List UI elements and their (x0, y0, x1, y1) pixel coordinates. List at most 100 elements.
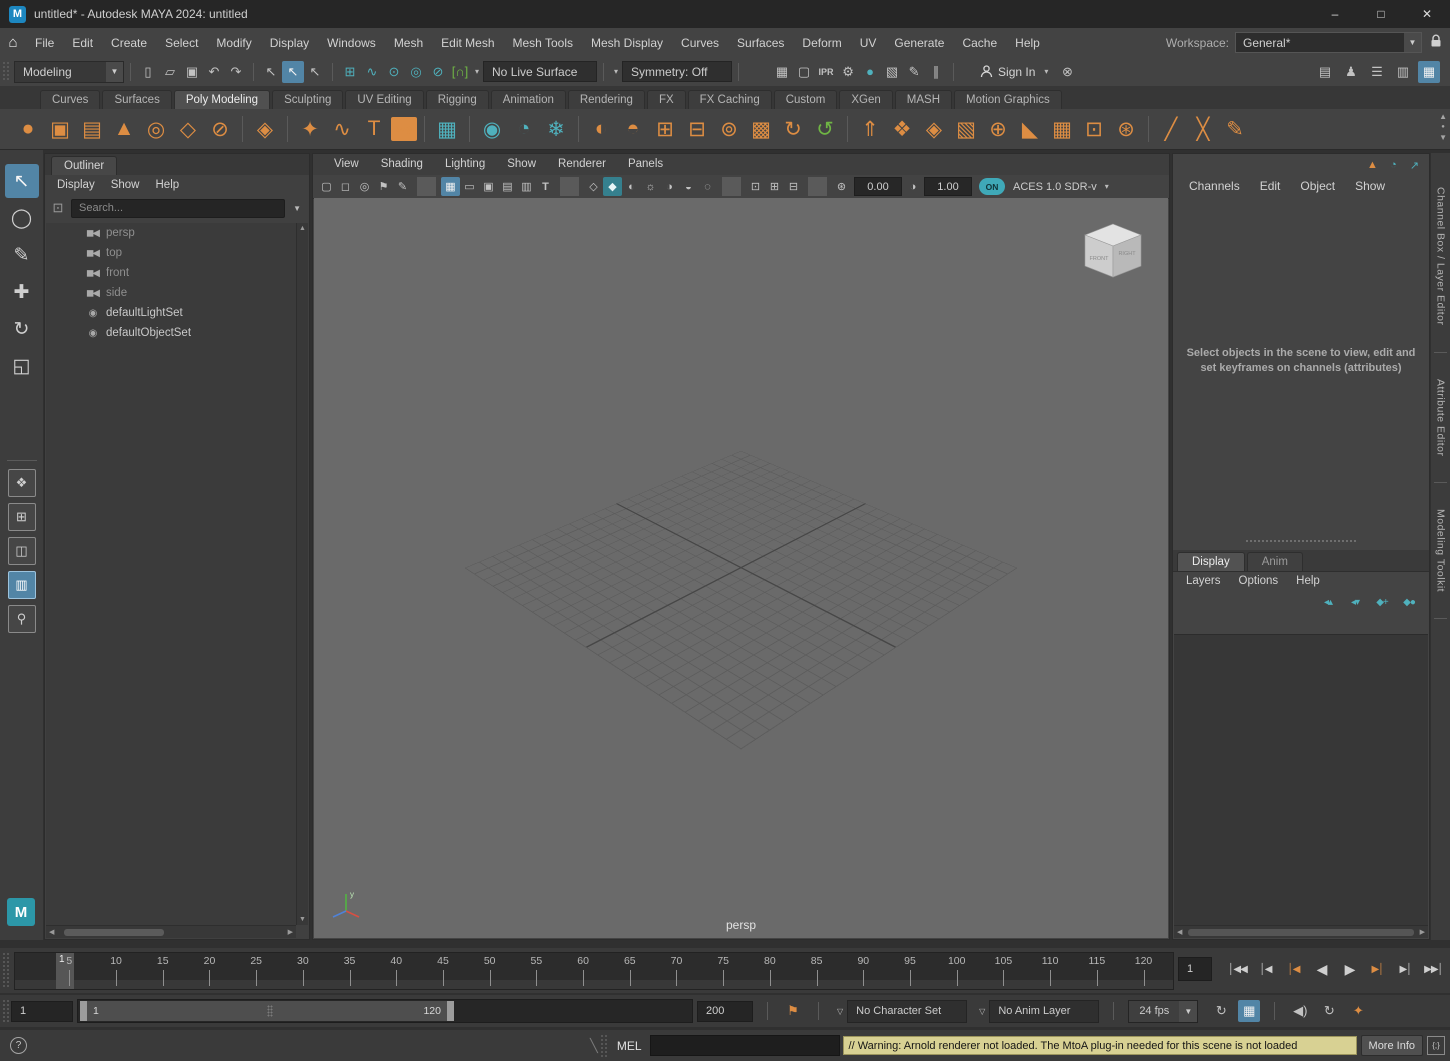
snap-view-plane-icon[interactable]: ⊘ (427, 61, 449, 83)
menu-item[interactable]: Mesh (385, 29, 432, 57)
chevron-down-icon[interactable]: ▾ (471, 67, 483, 76)
outliner-menu-item[interactable]: Show (103, 175, 148, 195)
toolbar-grip[interactable] (2, 61, 9, 82)
menu-set-select[interactable]: Modeling ▼ (14, 61, 124, 83)
ipr-render-icon[interactable]: IPR (815, 61, 837, 83)
shelf-tab[interactable]: FX Caching (688, 90, 772, 109)
render-frame-icon[interactable]: ▢ (793, 61, 815, 83)
resize-grip-icon[interactable]: ╲ (590, 1038, 598, 1054)
script-editor-icon[interactable]: {;} (1427, 1036, 1445, 1055)
shelf-tab[interactable]: Animation (491, 90, 566, 109)
timeline-ruler[interactable]: 1 51015202530354045505560657075808590951… (14, 952, 1174, 990)
sync-playback-icon[interactable]: ↻ (1318, 1000, 1340, 1022)
fill-hole-icon[interactable]: ▩ (746, 114, 776, 144)
shelf-tab[interactable]: Poly Modeling (174, 90, 270, 109)
snap-curve-icon[interactable]: ∿ (361, 61, 383, 83)
sidebar-tab[interactable]: Channel Box / Layer Editor (1435, 187, 1447, 326)
exposure-icon[interactable]: ⊛ (832, 177, 851, 196)
playback-range-track[interactable]: 1 120 (77, 999, 693, 1023)
isolate-add-icon[interactable]: ⊞ (765, 177, 784, 196)
command-line-grip[interactable] (600, 1034, 607, 1057)
scene-hierarchy-icon[interactable]: ▤ (1314, 61, 1336, 83)
spin-edge-cw-icon[interactable]: ↻ (778, 114, 808, 144)
select-tool-icon[interactable]: ↖ (5, 164, 39, 198)
layout-panes-icon[interactable]: ⊞ (8, 503, 36, 531)
exposure-field[interactable]: 0.00 (854, 177, 902, 196)
pause-viewport-icon[interactable]: ∥ (925, 61, 947, 83)
clip-playback-icon[interactable]: ▦ (1238, 1000, 1260, 1022)
fps-select[interactable]: 24 fps ▼ (1128, 1000, 1198, 1023)
separator[interactable] (722, 177, 741, 196)
super-shape-icon[interactable]: ✦ (295, 114, 325, 144)
boolean-icon[interactable]: ◓ (618, 114, 648, 144)
triangulate-icon[interactable]: ◣ (1015, 114, 1045, 144)
attribute-editor-icon[interactable]: ▥ (1392, 61, 1414, 83)
layer-create-selected-icon[interactable]: ◆● (1399, 593, 1419, 611)
step-forward-key-button[interactable]: ▶│ (1364, 956, 1391, 983)
zoom-layout-icon[interactable]: ⚲ (8, 605, 36, 633)
shadows-icon[interactable]: ◑ (660, 177, 679, 196)
select-object-icon[interactable]: ↖ (282, 61, 304, 83)
channel-box-menu-item[interactable]: Show (1345, 176, 1395, 196)
range-slider-grip[interactable] (2, 999, 9, 1023)
layer-editor-tab[interactable]: Anim (1247, 552, 1303, 571)
viewport-menu-item[interactable]: Show (496, 154, 547, 175)
step-forward-frame-button[interactable]: ▶│ (1392, 956, 1419, 983)
contrast-icon[interactable]: ◑ (905, 177, 921, 196)
mirror-icon[interactable]: ⊟ (682, 114, 712, 144)
poly-type-icon[interactable]: T (359, 114, 389, 144)
menu-item[interactable]: Surfaces (728, 29, 793, 57)
shelf-tab[interactable]: Rendering (568, 90, 645, 109)
color-gamut-icon[interactable]: ▲ (1364, 157, 1381, 174)
save-scene-icon[interactable]: ▣ (181, 61, 203, 83)
extrude-icon[interactable]: ⇑ (855, 114, 885, 144)
menu-item[interactable]: Select (156, 29, 207, 57)
bookmark-add-icon[interactable]: ⚑ (782, 1000, 804, 1022)
panel-splitter[interactable] (1246, 540, 1356, 542)
multi-cut-icon[interactable]: ╳ (1188, 114, 1218, 144)
workspace-select[interactable]: General* ▼ (1235, 32, 1422, 53)
speed-gauge-icon[interactable]: ◔ (1385, 157, 1402, 174)
smooth-icon[interactable]: ❖ (887, 114, 917, 144)
outliner-menu-item[interactable]: Display (49, 175, 103, 195)
snap-projected-center-icon[interactable]: ◎ (405, 61, 427, 83)
curve-split-icon[interactable]: ╱ (1156, 114, 1186, 144)
sign-in-button[interactable]: Sign In ▾ (976, 65, 1056, 79)
viewport-menu-item[interactable]: Shading (370, 154, 434, 175)
ambient-occlusion-icon[interactable]: ◒ (679, 177, 698, 196)
svg-tool-icon[interactable]: svg (391, 117, 417, 141)
color-management-toggle[interactable]: ON (979, 178, 1005, 195)
projection-icon[interactable]: ◉ (477, 114, 507, 144)
animation-end-field[interactable]: 200 (697, 1001, 753, 1022)
scroll-down-icon[interactable]: ▼ (1439, 133, 1447, 142)
redo-icon[interactable]: ↷ (225, 61, 247, 83)
bookmark-icon[interactable]: ⚑ (374, 177, 393, 196)
resolution-gate-icon[interactable]: ▣ (479, 177, 498, 196)
menu-item[interactable]: Create (102, 29, 156, 57)
camera-lock-icon[interactable]: ◻ (336, 177, 355, 196)
layout-two-pane-icon[interactable]: ◫ (8, 537, 36, 565)
menu-item[interactable]: UV (851, 29, 886, 57)
menu-item[interactable]: File (26, 29, 63, 57)
shelf-tab[interactable]: UV Editing (345, 90, 423, 109)
current-frame-field[interactable]: 1 (1178, 957, 1212, 981)
poly-cylinder-icon[interactable]: ▤ (77, 114, 107, 144)
grid-toggle-icon[interactable]: ▦ (441, 177, 460, 196)
separator[interactable] (287, 116, 288, 142)
hypershade-icon[interactable]: ✎ (903, 61, 925, 83)
sync-status-icon[interactable]: ⊗ (1056, 61, 1078, 83)
scale-tool-icon[interactable]: ◱ (5, 349, 39, 383)
transform-component-icon[interactable]: ⊡ (1079, 114, 1109, 144)
scroll-up-icon[interactable]: ▲ (1439, 112, 1447, 121)
play-backwards-button[interactable]: ◀ (1308, 956, 1335, 983)
outliner-item[interactable]: ◼◀ front (46, 263, 296, 283)
sidebar-tab[interactable]: Attribute Editor (1435, 379, 1447, 456)
separator[interactable] (578, 116, 579, 142)
rotate-tool-icon[interactable]: ↻ (5, 312, 39, 346)
close-button[interactable]: ✕ (1404, 0, 1450, 28)
undo-icon[interactable]: ↶ (203, 61, 225, 83)
field-chart-icon[interactable]: ▥ (517, 177, 536, 196)
separator[interactable] (242, 116, 243, 142)
command-language-toggle[interactable]: MEL (609, 1039, 650, 1053)
range-start-handle[interactable] (80, 1001, 87, 1021)
